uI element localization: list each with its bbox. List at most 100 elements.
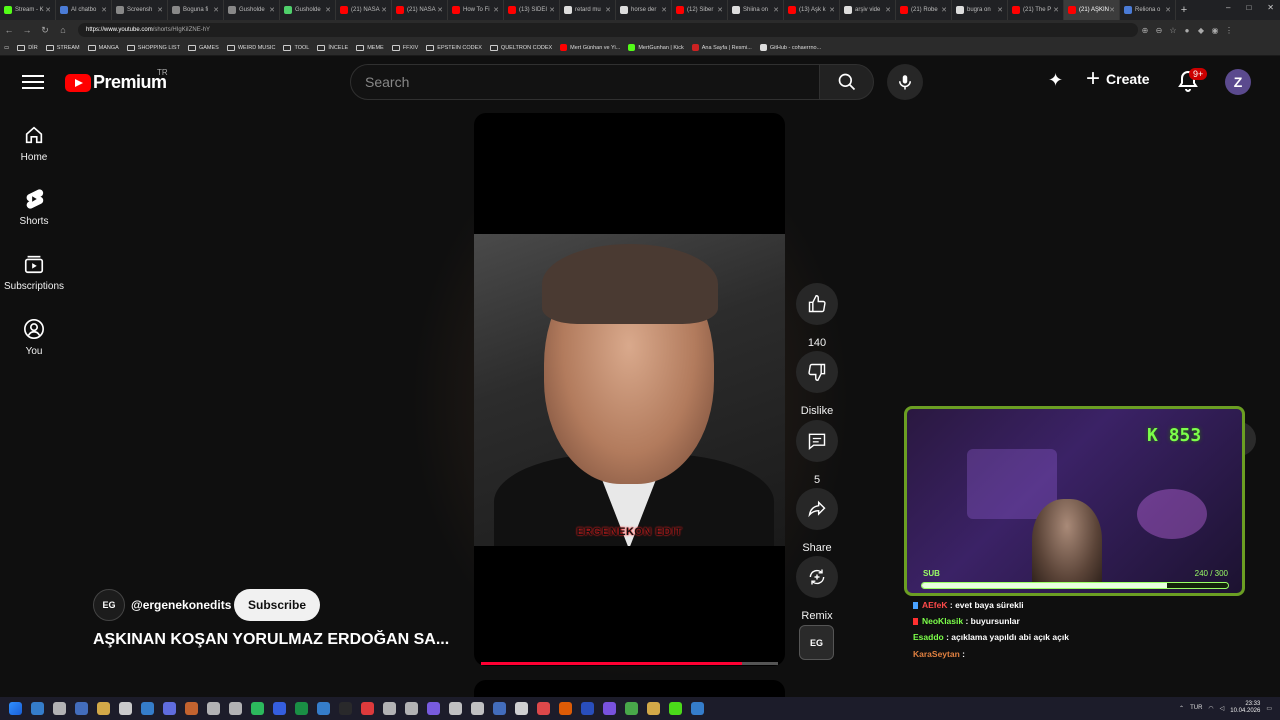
account-avatar[interactable]: Z [1225,69,1251,95]
maximize-icon[interactable]: □ [1246,3,1251,12]
taskbar-app-icon[interactable] [493,702,506,715]
search-button[interactable] [819,64,874,100]
browser-tab[interactable]: horse der ✕ [616,0,672,20]
like-button[interactable]: 140 [796,283,838,349]
browser-tab[interactable]: (21) AŞKIN ✕ [1064,0,1120,20]
tab-close-icon[interactable]: ✕ [493,6,499,14]
browser-tab[interactable]: Gusholde ✕ [224,0,280,20]
taskbar-app-icon[interactable] [339,702,352,715]
tab-close-icon[interactable]: ✕ [1053,6,1059,14]
create-button[interactable]: + Create [1086,67,1150,91]
channel-avatar[interactable]: EG [93,589,125,621]
install-icon[interactable]: ⊕ [1138,26,1152,35]
dislike-button[interactable]: Dislike [796,351,838,417]
bookmark-star-icon[interactable]: ☆ [1166,26,1180,35]
taskbar-app-icon[interactable] [559,702,572,715]
bookmark-folder[interactable]: FFXIV [391,44,418,51]
tab-close-icon[interactable]: ✕ [101,6,107,14]
tab-close-icon[interactable]: ✕ [661,6,667,14]
tab-close-icon[interactable]: ✕ [437,6,443,14]
bookmark-folder[interactable]: MANGA [87,44,119,51]
taskbar-app-icon[interactable] [581,702,594,715]
tab-close-icon[interactable]: ✕ [773,6,779,14]
tab-close-icon[interactable]: ✕ [885,6,891,14]
sparkle-icon[interactable]: ✦ [1048,70,1063,91]
browser-tab[interactable]: Shiina on ✕ [728,0,784,20]
browser-tab[interactable]: bugra on ✕ [952,0,1008,20]
browser-tab[interactable]: (21) The P ✕ [1008,0,1064,20]
reload-icon[interactable]: ↻ [36,25,54,36]
profile-icon[interactable]: ◉ [1208,26,1222,35]
tab-close-icon[interactable]: ✕ [381,6,387,14]
share-button[interactable]: Share [796,488,838,554]
taskbar-app-icon[interactable] [31,702,44,715]
url-field[interactable]: https://www.youtube.com/shorts/HIgKiIZNE… [78,23,1138,37]
language-indicator[interactable]: TUR [1190,705,1202,711]
tab-close-icon[interactable]: ✕ [829,6,835,14]
home-browser-icon[interactable]: ⌂ [54,25,72,35]
taskbar-app-icon[interactable] [471,702,484,715]
taskbar-app-icon[interactable] [53,702,66,715]
video-title[interactable]: AŞKINAN KOŞAN YORULMAZ ERDOĞAN SA... [93,631,449,649]
apps-icon[interactable]: ▭ [4,45,9,51]
tab-close-icon[interactable]: ✕ [157,6,163,14]
network-icon[interactable]: ◠ [1208,705,1213,712]
taskbar-app-icon[interactable] [141,702,154,715]
close-window-icon[interactable]: ✕ [1267,3,1274,12]
nav-item-home[interactable]: Home [0,124,68,163]
bookmark-folder[interactable]: WEIRD MUSIC [226,44,275,51]
taskbar-app-icon[interactable] [317,702,330,715]
tab-close-icon[interactable]: ✕ [269,6,275,14]
bookmark-folder[interactable]: SHOPPING LIST [126,44,180,51]
zoom-icon[interactable]: ⊖ [1152,26,1166,35]
bookmark-folder[interactable]: QUELTRON CODEX [489,44,552,51]
taskbar-app-icon[interactable] [625,702,638,715]
taskbar-app-icon[interactable] [119,702,132,715]
browser-tab[interactable]: (21) NASA ✕ [392,0,448,20]
browser-tab[interactable]: (12) Siber ✕ [672,0,728,20]
taskbar-app-icon[interactable] [691,702,704,715]
tab-close-icon[interactable]: ✕ [1109,6,1115,14]
browser-menu-icon[interactable]: ⋮ [1222,26,1236,35]
shorts-player[interactable]: ERGENEKON EDIT [474,113,785,666]
taskbar-app-icon[interactable] [427,702,440,715]
browser-tab[interactable]: (21) NASA ✕ [336,0,392,20]
bookmark-folder[interactable]: GAMES [187,44,219,51]
bookmark-folder[interactable]: MEME [356,44,384,51]
taskbar-app-icon[interactable] [449,702,462,715]
browser-tab[interactable]: (21) Robe ✕ [896,0,952,20]
chat-username[interactable]: AEfeK [922,600,948,610]
tab-close-icon[interactable]: ✕ [325,6,331,14]
taskbar-app-icon[interactable] [647,702,660,715]
channel-handle[interactable]: @ergenekonedits [131,598,231,612]
tab-close-icon[interactable]: ✕ [549,6,555,14]
bookmark-link[interactable]: GitHub - cohaerrno... [759,44,821,51]
bookmark-folder[interactable]: İNCELE [317,44,348,51]
browser-tab[interactable]: Screensh ✕ [112,0,168,20]
forward-icon[interactable]: → [18,25,36,35]
nav-item-shorts[interactable]: Shorts [0,188,68,227]
minimize-icon[interactable]: – [1226,3,1230,12]
tab-close-icon[interactable]: ✕ [605,6,611,14]
voice-search-button[interactable] [887,64,923,100]
bookmark-link[interactable]: MertGunhan | Kick [628,44,684,51]
taskbar-app-icon[interactable] [515,702,528,715]
taskbar-app-icon[interactable] [97,702,110,715]
tab-close-icon[interactable]: ✕ [941,6,947,14]
search-input[interactable] [365,74,819,90]
taskbar-app-icon[interactable] [669,702,682,715]
bookmark-folder[interactable]: TOOL [283,44,309,51]
tab-close-icon[interactable]: ✕ [997,6,1003,14]
bookmark-folder[interactable]: EPSTEIN CODEX [426,44,482,51]
comments-button[interactable]: 5 [796,420,838,486]
windows-start-icon[interactable] [9,702,22,715]
taskbar-app-icon[interactable] [537,702,550,715]
youtube-premium-logo[interactable]: Premium TR [65,68,168,93]
taskbar-app-icon[interactable] [185,702,198,715]
browser-tab[interactable]: (13) Aşk k ✕ [784,0,840,20]
tab-close-icon[interactable]: ✕ [213,6,219,14]
browser-tab[interactable]: AI chatbo ✕ [56,0,112,20]
browser-tab[interactable]: Boguna fi ✕ [168,0,224,20]
back-icon[interactable]: ← [0,25,18,35]
subscribe-button[interactable]: Subscribe [234,589,321,621]
